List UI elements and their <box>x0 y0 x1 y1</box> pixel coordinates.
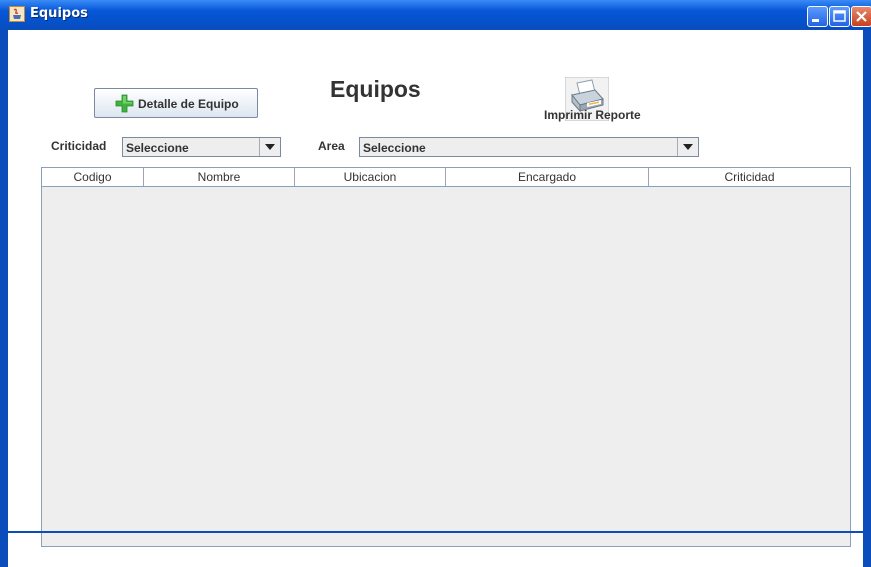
chevron-down-icon <box>265 144 275 150</box>
java-app-icon <box>9 6 25 22</box>
area-label: Area <box>318 139 345 153</box>
area-combobox[interactable]: Seleccione <box>359 137 699 157</box>
green-plus-icon <box>115 94 134 113</box>
window-content: Detalle de Equipo Equipos Imprimir Repor… <box>8 30 863 567</box>
maximize-button[interactable] <box>829 6 850 27</box>
page-title: Equipos <box>330 76 421 102</box>
window-frame-right <box>863 30 871 567</box>
criticidad-combobox[interactable]: Seleccione <box>122 137 281 157</box>
column-header-nombre[interactable]: Nombre <box>144 168 295 186</box>
detalle-equipo-button[interactable]: Detalle de Equipo <box>94 88 258 118</box>
title-bar[interactable]: Equipos <box>0 0 871 30</box>
window-title: Equipos <box>30 6 88 21</box>
window-frame-left <box>0 30 8 567</box>
equipos-table[interactable]: Codigo Nombre Ubicacion Encargado Critic… <box>41 167 851 547</box>
column-header-criticidad[interactable]: Criticidad <box>649 168 850 186</box>
close-button[interactable] <box>851 6 871 27</box>
criticidad-selected-value: Seleccione <box>126 141 189 155</box>
column-header-encargado[interactable]: Encargado <box>446 168 649 186</box>
maximize-icon <box>833 10 846 22</box>
minimize-button[interactable] <box>807 6 828 27</box>
minimize-icon <box>812 19 819 22</box>
criticidad-label: Criticidad <box>51 139 107 153</box>
criticidad-dropdown-button[interactable] <box>259 138 280 156</box>
column-header-codigo[interactable]: Codigo <box>42 168 144 186</box>
close-icon <box>856 11 867 22</box>
area-selected-value: Seleccione <box>363 141 426 155</box>
chevron-down-icon <box>683 144 693 150</box>
table-header: Codigo Nombre Ubicacion Encargado Critic… <box>42 168 850 187</box>
window-frame-bottom <box>8 531 863 533</box>
imprimir-reporte-label[interactable]: Imprimir Reporte <box>544 108 641 122</box>
detalle-equipo-label: Detalle de Equipo <box>138 97 239 111</box>
area-dropdown-button[interactable] <box>677 138 698 156</box>
column-header-ubicacion[interactable]: Ubicacion <box>295 168 446 186</box>
